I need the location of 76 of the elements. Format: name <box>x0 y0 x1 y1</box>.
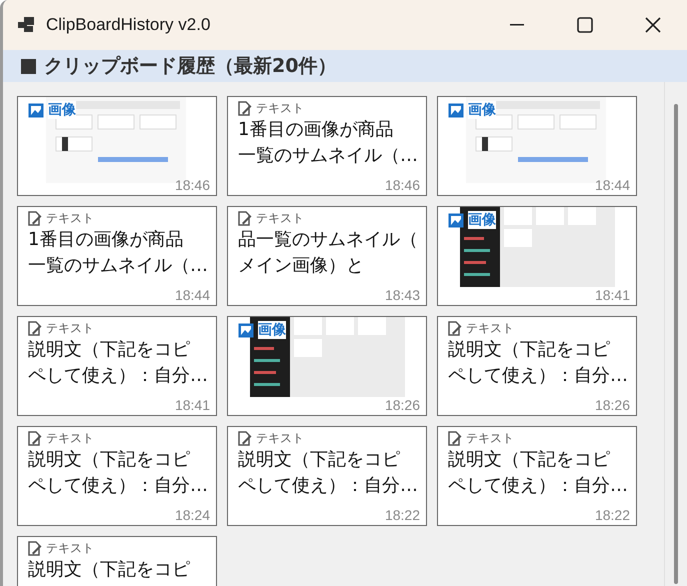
type-label: テキスト <box>466 320 514 336</box>
document-icon <box>28 210 42 226</box>
image-card[interactable]: 画像 18:44 <box>437 96 637 196</box>
document-icon <box>238 430 252 446</box>
app-icon <box>18 17 36 33</box>
document-icon <box>28 320 42 336</box>
image-card[interactable]: 画像 18:41 <box>437 206 637 306</box>
image-card[interactable]: 画像 18:46 <box>17 96 217 196</box>
text-card[interactable]: テキスト 1番目の画像が商品 一覧のサムネイル（… 18:44 <box>17 206 217 306</box>
type-label: テキスト <box>256 430 304 446</box>
close-icon <box>645 17 661 33</box>
text-card[interactable]: テキスト 1番目の画像が商品 一覧のサムネイル（… 18:46 <box>227 96 427 196</box>
timestamp: 18:46 <box>384 177 420 193</box>
scrollbar-thumb[interactable] <box>674 104 678 584</box>
type-label: テキスト <box>46 430 94 446</box>
timestamp: 18:41 <box>174 397 210 413</box>
timestamp: 18:22 <box>384 507 420 523</box>
timestamp: 18:46 <box>174 177 210 193</box>
document-icon <box>28 430 42 446</box>
clip-text: 1番目の画像が商品 <box>238 118 394 142</box>
clip-text: 説明文（下記をコピ <box>238 448 401 472</box>
type-label: テキスト <box>46 320 94 336</box>
type-label: テキスト <box>466 430 514 446</box>
clip-text: 説明文（下記をコピ <box>28 448 191 472</box>
section-title: クリップボード履歴（最新20件） <box>44 54 336 79</box>
timestamp: 18:22 <box>594 507 630 523</box>
minimize-icon <box>510 24 524 26</box>
timestamp: 18:24 <box>174 507 210 523</box>
clip-text: ペして使え）：自分… <box>238 474 418 498</box>
clip-text: ペして使え）：自分… <box>28 364 208 388</box>
text-card[interactable]: テキスト 説明文（下記をコピ ペして使え）：自分… 18:41 <box>17 316 217 416</box>
text-card[interactable]: テキスト 説明文（下記をコピ ペして使え）：自分… 18:26 <box>437 316 637 416</box>
timestamp: 18:44 <box>174 287 210 303</box>
timestamp: 18:26 <box>384 397 420 413</box>
clip-text: 説明文（下記をコピ <box>448 448 611 472</box>
text-card[interactable]: テキスト 説明文（下記をコピ <box>17 536 217 586</box>
text-card[interactable]: テキスト 説明文（下記をコピ ペして使え）：自分… 18:22 <box>437 426 637 526</box>
image-icon <box>28 102 44 118</box>
clip-text: 説明文（下記をコピ <box>28 338 191 362</box>
type-label: テキスト <box>256 100 304 116</box>
text-card[interactable]: テキスト 品一覧のサムネイル（ メイン画像）と 18:43 <box>227 206 427 306</box>
timestamp: 18:43 <box>384 287 420 303</box>
maximize-icon <box>577 17 593 33</box>
type-label: 画像 <box>468 101 496 119</box>
document-icon <box>448 320 462 336</box>
document-icon <box>238 100 252 116</box>
image-icon <box>238 322 254 338</box>
clip-text: 一覧のサムネイル（… <box>28 254 208 278</box>
type-label: 画像 <box>48 101 76 119</box>
clip-text: 説明文（下記をコピ <box>448 338 611 362</box>
timestamp: 18:26 <box>594 397 630 413</box>
clip-text: ペして使え）：自分… <box>448 474 628 498</box>
document-icon <box>238 210 252 226</box>
clip-text: 品一覧のサムネイル（ <box>238 228 418 252</box>
image-card[interactable]: 画像 18:26 <box>227 316 427 416</box>
text-card[interactable]: テキスト 説明文（下記をコピ ペして使え）：自分… 18:22 <box>227 426 427 526</box>
square-icon <box>21 58 36 74</box>
timestamp: 18:41 <box>594 287 630 303</box>
clip-text: 説明文（下記をコピ <box>28 558 191 582</box>
document-icon <box>28 540 42 556</box>
text-card[interactable]: テキスト 説明文（下記をコピ ペして使え）：自分… 18:24 <box>17 426 217 526</box>
clip-text: 一覧のサムネイル（… <box>238 144 418 168</box>
type-label: テキスト <box>256 210 304 226</box>
clip-text: 1番目の画像が商品 <box>28 228 184 252</box>
type-label: 画像 <box>258 321 286 339</box>
window-title: ClipBoardHistory v2.0 <box>46 15 212 35</box>
image-icon <box>448 212 464 228</box>
type-label: テキスト <box>46 210 94 226</box>
image-icon <box>448 102 464 118</box>
type-label: 画像 <box>468 211 496 229</box>
type-label: テキスト <box>46 540 94 556</box>
clip-text: ペして使え）：自分… <box>448 364 628 388</box>
clip-text: メイン画像）と <box>238 254 365 278</box>
clip-text: ペして使え）：自分… <box>28 474 208 498</box>
timestamp: 18:44 <box>594 177 630 193</box>
document-icon <box>448 430 462 446</box>
